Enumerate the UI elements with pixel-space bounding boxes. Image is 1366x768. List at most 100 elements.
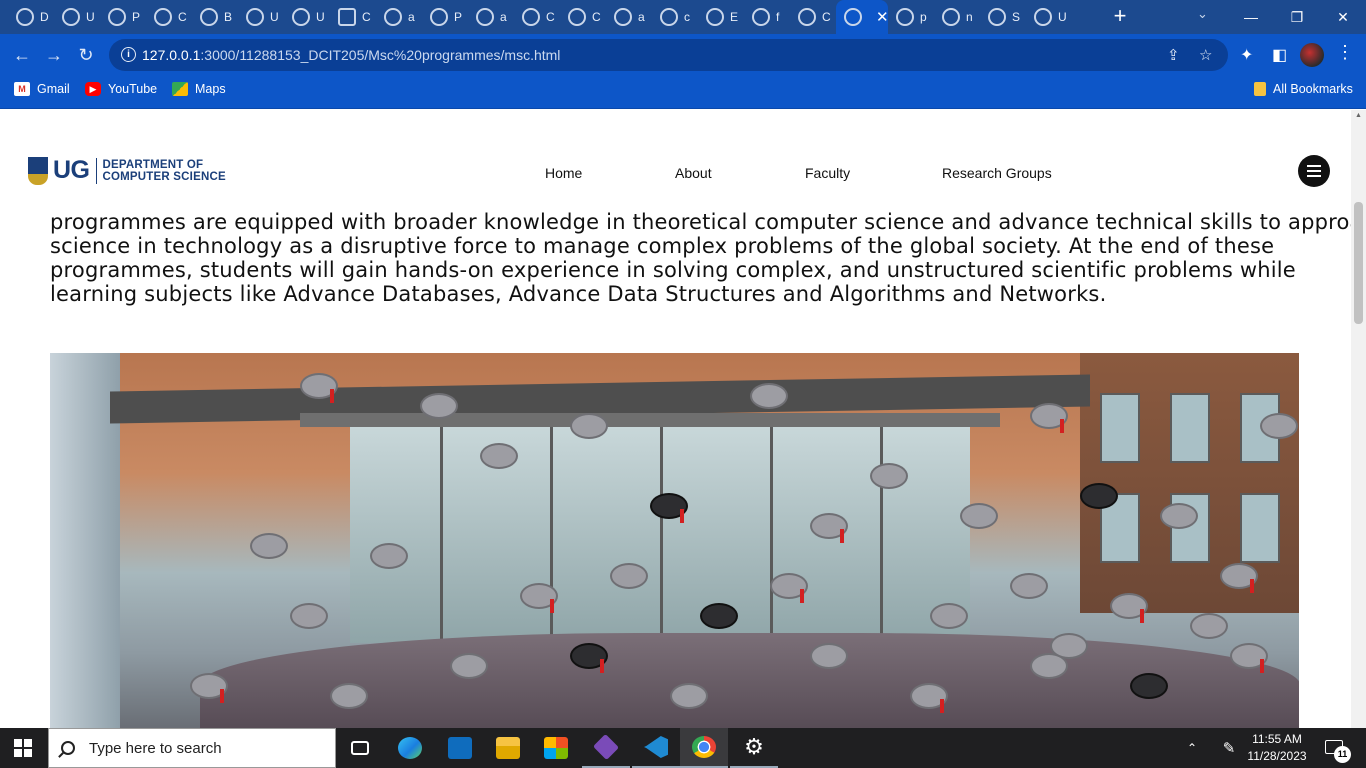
nav-faculty[interactable]: Faculty <box>805 165 850 181</box>
new-tab-button[interactable]: + <box>1109 4 1131 30</box>
extensions-icon[interactable]: ✦ <box>1240 45 1253 65</box>
tray-chevron-up-icon[interactable]: ⌃ <box>1180 728 1204 768</box>
browser-tab[interactable]: U <box>238 0 284 34</box>
windows-start-icon[interactable] <box>14 739 32 757</box>
vscode-icon[interactable] <box>632 728 680 768</box>
gmail-icon: M <box>14 82 30 96</box>
task-view-icon[interactable] <box>336 728 384 768</box>
file-explorer-icon[interactable] <box>484 728 532 768</box>
tab-search-chevron-icon[interactable]: ⌄ <box>1197 6 1208 22</box>
browser-tab[interactable]: P <box>100 0 146 34</box>
tab-title: C <box>822 10 831 24</box>
scrollbar-thumb[interactable] <box>1354 202 1363 324</box>
browser-tab[interactable]: U <box>1026 0 1072 34</box>
window-close-icon[interactable]: ✕ <box>1320 0 1366 34</box>
taskbar-search-box[interactable]: Type here to search <box>48 728 336 768</box>
tab-title: P <box>454 10 463 24</box>
browser-tab[interactable]: C <box>514 0 560 34</box>
tab-title: C <box>546 10 555 24</box>
graduation-cap <box>750 383 788 409</box>
browser-tab[interactable]: U <box>54 0 100 34</box>
profile-avatar[interactable] <box>1300 43 1324 67</box>
browser-tab[interactable]: f <box>744 0 790 34</box>
git-icon[interactable] <box>582 728 630 768</box>
globe-icon <box>1034 8 1052 26</box>
browser-tab[interactable]: S <box>980 0 1026 34</box>
page-viewport[interactable]: programmes are equipped with broader kno… <box>0 110 1351 728</box>
tab-title: a <box>638 10 645 24</box>
logo-ug-text: UG <box>53 156 90 184</box>
bookmark-star-icon[interactable]: ☆ <box>1199 46 1212 64</box>
bookmark-maps[interactable]: Maps <box>172 82 226 96</box>
cap-tassel <box>1260 659 1264 673</box>
browser-tab[interactable]: C <box>330 0 376 34</box>
browser-tab[interactable]: C <box>146 0 192 34</box>
browser-tab[interactable]: m✕ <box>836 0 889 34</box>
browser-tab[interactable]: U <box>284 0 330 34</box>
hamburger-menu-button[interactable] <box>1298 155 1330 187</box>
bookmark-gmail[interactable]: M Gmail <box>14 82 70 96</box>
globe-icon <box>200 8 218 26</box>
graduation-cap <box>960 503 998 529</box>
tab-title: P <box>132 10 141 24</box>
graduation-cap <box>250 533 288 559</box>
nav-home[interactable]: Home <box>545 165 582 181</box>
tab-title: E <box>730 10 739 24</box>
description-line: programmes, students will gain hands-on … <box>50 258 1296 282</box>
all-bookmarks-label: All Bookmarks <box>1273 82 1353 96</box>
bookmark-youtube[interactable]: ▶ YouTube <box>85 82 157 96</box>
edge-icon[interactable] <box>386 728 434 768</box>
ug-logo[interactable]: UG DEPARTMENT OF COMPUTER SCIENCE <box>28 156 226 185</box>
browser-tab[interactable]: E <box>698 0 744 34</box>
browser-tab[interactable]: a <box>606 0 652 34</box>
cap-tassel <box>680 509 684 523</box>
share-icon[interactable]: ⇪ <box>1167 46 1180 64</box>
reload-icon[interactable]: ↻ <box>74 43 98 67</box>
side-panel-icon[interactable]: ◧ <box>1272 45 1287 65</box>
browser-tab[interactable]: a <box>376 0 422 34</box>
browser-menu-icon[interactable]: ⋮ <box>1336 42 1354 63</box>
all-bookmarks[interactable]: All Bookmarks <box>1254 82 1353 96</box>
taskbar-clock[interactable]: 11:55 AM 11/28/2023 <box>1244 731 1310 765</box>
browser-tab[interactable]: a <box>468 0 514 34</box>
page-scrollbar[interactable]: ▲ <box>1351 110 1366 728</box>
pen-workspace-icon[interactable]: ✎ <box>1216 728 1242 768</box>
youtube-icon: ▶ <box>85 82 101 96</box>
github-icon <box>384 8 402 26</box>
browser-tab[interactable]: C <box>560 0 606 34</box>
minimize-icon[interactable]: — <box>1228 0 1274 34</box>
site-info-icon[interactable]: i <box>121 47 136 62</box>
mail-icon[interactable] <box>436 728 484 768</box>
address-bar[interactable]: i 127.0.0.1:3000/11288153_DCIT205/Msc%20… <box>109 39 1228 71</box>
graduation-cap <box>870 463 908 489</box>
github-icon <box>476 8 494 26</box>
restore-icon[interactable]: ❐ <box>1274 0 1320 34</box>
settings-icon[interactable]: ⚙ <box>730 728 778 768</box>
photo-brick-building <box>1080 353 1299 613</box>
tab-title: U <box>270 10 279 24</box>
globe-icon <box>660 8 678 26</box>
chatgpt-icon <box>568 8 586 26</box>
browser-tab[interactable]: B <box>192 0 238 34</box>
nav-research-groups[interactable]: Research Groups <box>942 165 1052 181</box>
browser-tab[interactable]: D <box>8 0 54 34</box>
store-icon[interactable] <box>532 728 580 768</box>
browser-tab[interactable]: C <box>790 0 836 34</box>
browser-tab[interactable]: n <box>934 0 980 34</box>
scroll-up-icon[interactable]: ▲ <box>1355 112 1362 119</box>
back-icon[interactable]: ← <box>10 43 34 67</box>
cap-tassel <box>330 389 334 403</box>
graduation-cap <box>1160 503 1198 529</box>
graduation-cap <box>1050 633 1088 659</box>
tab-close-icon[interactable]: ✕ <box>876 8 889 26</box>
chrome-icon[interactable] <box>680 728 728 768</box>
browser-tab[interactable]: p <box>888 0 934 34</box>
nav-about[interactable]: About <box>675 165 712 181</box>
tab-title: a <box>500 10 507 24</box>
logo-dept-line1: DEPARTMENT OF <box>102 158 204 171</box>
forward-icon[interactable]: → <box>42 43 66 67</box>
browser-tab[interactable]: P <box>422 0 468 34</box>
tab-title: U <box>86 10 95 24</box>
browser-tab[interactable]: c <box>652 0 698 34</box>
url-text[interactable]: 127.0.0.1:3000/11288153_DCIT205/Msc%20pr… <box>142 47 560 63</box>
